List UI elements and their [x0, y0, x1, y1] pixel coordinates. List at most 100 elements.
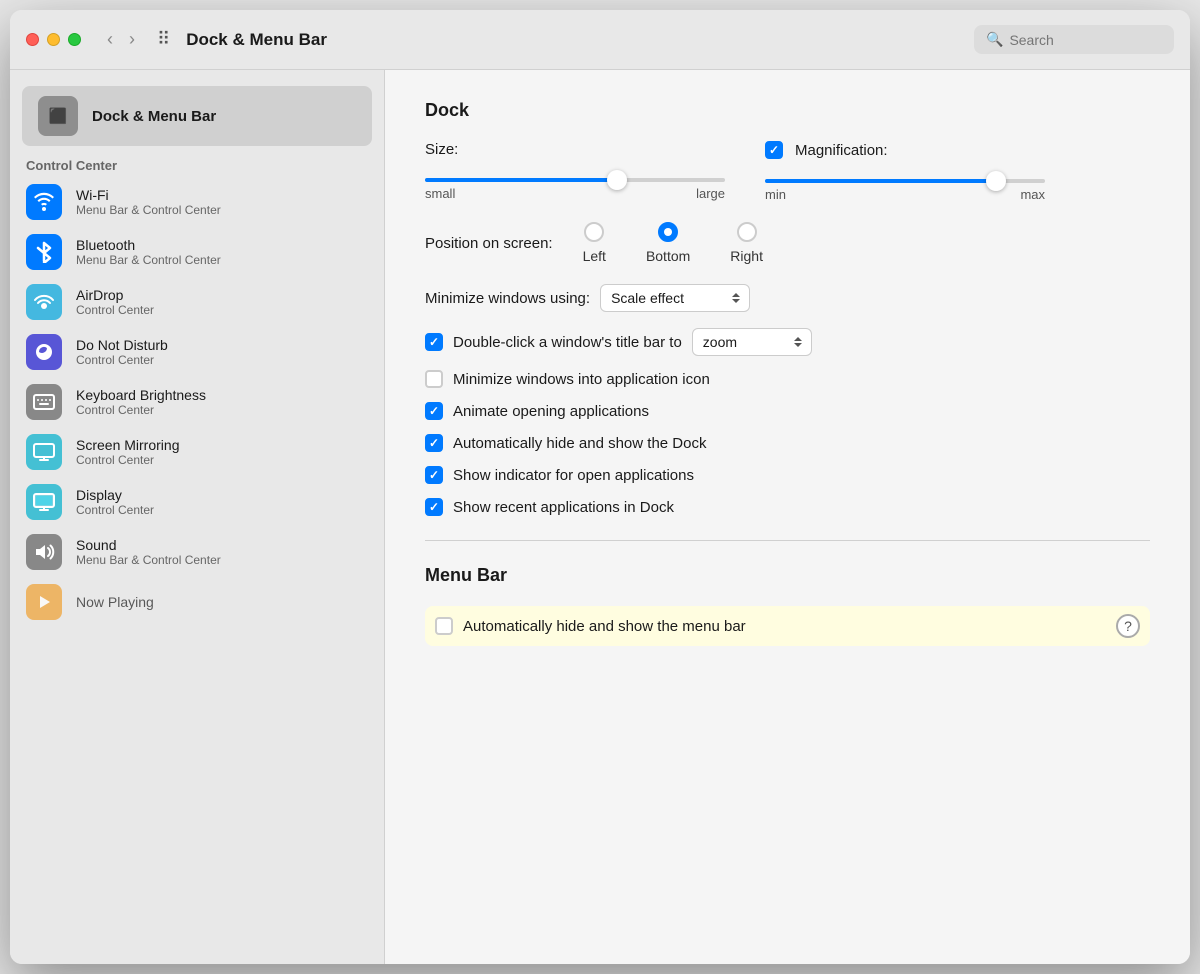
dnd-icon: [26, 334, 62, 370]
auto-hide-row: Automatically hide and show the Dock: [425, 434, 1150, 452]
window-title: Dock & Menu Bar: [186, 30, 962, 50]
recent-apps-checkbox[interactable]: [425, 498, 443, 516]
size-min-label: small: [425, 186, 455, 201]
sound-text: Sound Menu Bar & Control Center: [76, 537, 221, 567]
minimize-app-icon-label: Minimize windows into application icon: [453, 371, 710, 388]
indicator-row: Show indicator for open applications: [425, 466, 1150, 484]
sidebar-item-mirroring[interactable]: Screen Mirroring Control Center: [10, 427, 384, 477]
control-center-section-label: Control Center: [10, 150, 384, 177]
mag-slider-labels: min max: [765, 187, 1045, 202]
position-left-label: Left: [583, 248, 606, 264]
sidebar-dock-label: Dock & Menu Bar: [92, 108, 216, 125]
recent-apps-label: Show recent applications in Dock: [453, 499, 674, 516]
airdrop-text: AirDrop Control Center: [76, 287, 154, 317]
indicator-checkbox[interactable]: [425, 466, 443, 484]
sidebar-item-sound[interactable]: Sound Menu Bar & Control Center: [10, 527, 384, 577]
magnification-group: Magnification: min max: [765, 141, 1045, 202]
mag-min-label: min: [765, 187, 786, 202]
close-button[interactable]: [26, 33, 39, 46]
titlebar: ‹ › ⠿ Dock & Menu Bar 🔍: [10, 10, 1190, 70]
magnification-slider[interactable]: [765, 179, 1045, 183]
indicator-label: Show indicator for open applications: [453, 467, 694, 484]
menu-bar-section: Menu Bar Automatically hide and show the…: [425, 565, 1150, 646]
search-box[interactable]: 🔍: [974, 25, 1174, 54]
position-row: Position on screen: Left Bottom Right: [425, 222, 1150, 264]
position-right-option[interactable]: Right: [730, 222, 763, 264]
minimize-app-icon-checkbox[interactable]: [425, 370, 443, 388]
display-text: Display Control Center: [76, 487, 154, 517]
position-bottom-radio[interactable]: [658, 222, 678, 242]
position-left-radio[interactable]: [584, 222, 604, 242]
minimize-button[interactable]: [47, 33, 60, 46]
dock-section: Dock Size: small large: [425, 100, 1150, 516]
mirroring-text: Screen Mirroring Control Center: [76, 437, 179, 467]
sidebar-item-keyboard[interactable]: Keyboard Brightness Control Center: [10, 377, 384, 427]
nowplaying-icon: [26, 584, 62, 620]
nowplaying-text: Now Playing: [76, 594, 154, 610]
main-window: ‹ › ⠿ Dock & Menu Bar 🔍 ⬛ Dock & Menu Ba…: [10, 10, 1190, 964]
magnification-checkbox[interactable]: [765, 141, 783, 159]
back-button[interactable]: ‹: [101, 27, 119, 52]
display-icon: [26, 484, 62, 520]
bluetooth-icon: [26, 234, 62, 270]
position-right-label: Right: [730, 248, 763, 264]
search-input[interactable]: [1009, 32, 1162, 48]
sidebar-item-dock[interactable]: ⬛ Dock & Menu Bar: [22, 86, 372, 146]
keyboard-text: Keyboard Brightness Control Center: [76, 387, 206, 417]
menu-bar-auto-hide-checkbox[interactable]: [435, 617, 453, 635]
magnification-label: Magnification:: [795, 142, 888, 159]
menu-bar-header: Menu Bar: [425, 565, 1150, 586]
main-content: Dock Size: small large: [385, 70, 1190, 964]
section-divider: [425, 540, 1150, 541]
animate-checkbox[interactable]: [425, 402, 443, 420]
position-bottom-option[interactable]: Bottom: [646, 222, 690, 264]
wifi-icon: [26, 184, 62, 220]
double-click-checkbox[interactable]: [425, 333, 443, 351]
double-click-dropdown[interactable]: zoom minimize: [692, 328, 812, 356]
size-label-row: Size:: [425, 141, 725, 158]
sidebar-item-nowplaying[interactable]: Now Playing: [10, 577, 384, 627]
sound-icon: [26, 534, 62, 570]
forward-button[interactable]: ›: [123, 27, 141, 52]
position-radio-group: Left Bottom Right: [583, 222, 763, 264]
sidebar-item-airdrop[interactable]: AirDrop Control Center: [10, 277, 384, 327]
dock-menu-bar-icon: ⬛: [38, 96, 78, 136]
airdrop-icon: [26, 284, 62, 320]
wifi-text: Wi-Fi Menu Bar & Control Center: [76, 187, 221, 217]
size-label: Size:: [425, 141, 458, 158]
animate-row: Animate opening applications: [425, 402, 1150, 420]
minimize-dropdown[interactable]: Scale effect Genie effect: [600, 284, 750, 312]
recent-apps-row: Show recent applications in Dock: [425, 498, 1150, 516]
magnification-label-row: Magnification:: [765, 141, 1045, 159]
menu-bar-auto-hide-label: Automatically hide and show the menu bar: [463, 618, 746, 635]
auto-hide-label: Automatically hide and show the Dock: [453, 435, 706, 452]
position-right-radio[interactable]: [737, 222, 757, 242]
mag-max-label: max: [1020, 187, 1045, 202]
size-slider-group: Size: small large: [425, 141, 725, 202]
minimize-row: Minimize windows using: Scale effect Gen…: [425, 284, 1150, 312]
maximize-button[interactable]: [68, 33, 81, 46]
position-label: Position on screen:: [425, 235, 553, 252]
menu-bar-auto-hide-row: Automatically hide and show the menu bar…: [425, 606, 1150, 646]
size-slider[interactable]: [425, 178, 725, 182]
help-button[interactable]: ?: [1116, 614, 1140, 638]
sidebar-item-dnd[interactable]: Do Not Disturb Control Center: [10, 327, 384, 377]
grid-icon: ⠿: [157, 29, 170, 50]
search-icon: 🔍: [986, 31, 1003, 48]
dnd-text: Do Not Disturb Control Center: [76, 337, 168, 367]
sidebar-item-wifi[interactable]: Wi-Fi Menu Bar & Control Center: [10, 177, 384, 227]
sliders-row: Size: small large Magnification:: [425, 141, 1150, 202]
position-bottom-label: Bottom: [646, 248, 690, 264]
keyboard-icon: [26, 384, 62, 420]
sidebar: ⬛ Dock & Menu Bar Control Center Wi-Fi M…: [10, 70, 385, 964]
dock-header: Dock: [425, 100, 1150, 121]
mirroring-icon: [26, 434, 62, 470]
position-left-option[interactable]: Left: [583, 222, 606, 264]
double-click-label: Double-click a window's title bar to: [453, 334, 682, 351]
animate-label: Animate opening applications: [453, 403, 649, 420]
sidebar-item-display[interactable]: Display Control Center: [10, 477, 384, 527]
bluetooth-text: Bluetooth Menu Bar & Control Center: [76, 237, 221, 267]
size-max-label: large: [696, 186, 725, 201]
auto-hide-checkbox[interactable]: [425, 434, 443, 452]
sidebar-item-bluetooth[interactable]: Bluetooth Menu Bar & Control Center: [10, 227, 384, 277]
